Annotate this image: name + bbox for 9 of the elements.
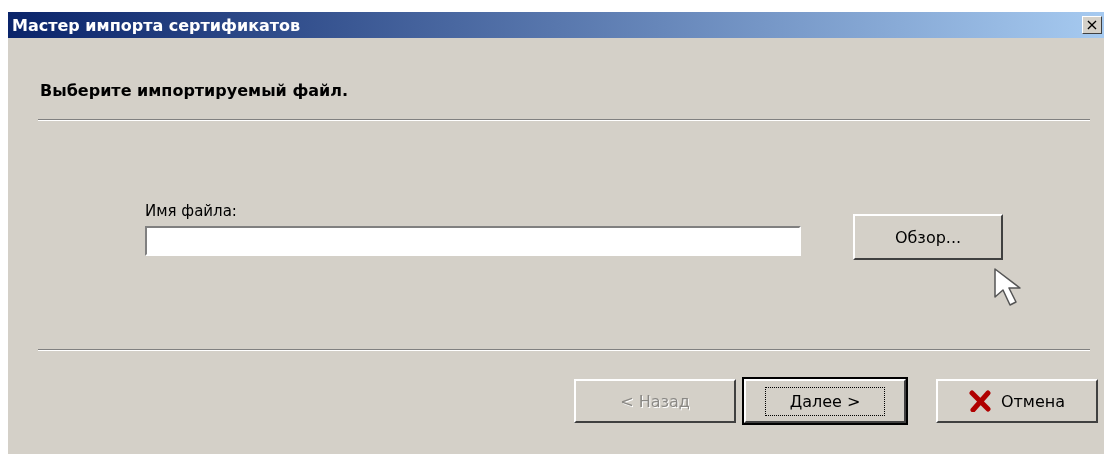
window-title: Мастер импорта сертификатов — [12, 15, 301, 35]
wizard-button[interactable]: Далее > — [744, 379, 906, 423]
cancel-button[interactable]: Отмена — [936, 379, 1098, 423]
field-label: Имя файла: — [145, 202, 238, 220]
file-name-field[interactable] — [145, 226, 801, 256]
cross-icon — [968, 390, 991, 412]
page-heading: Выберите импортируемый файл. — [40, 81, 350, 100]
close-button[interactable]: × — [1082, 16, 1102, 34]
browse-button[interactable]: Обзор... — [853, 214, 1003, 260]
